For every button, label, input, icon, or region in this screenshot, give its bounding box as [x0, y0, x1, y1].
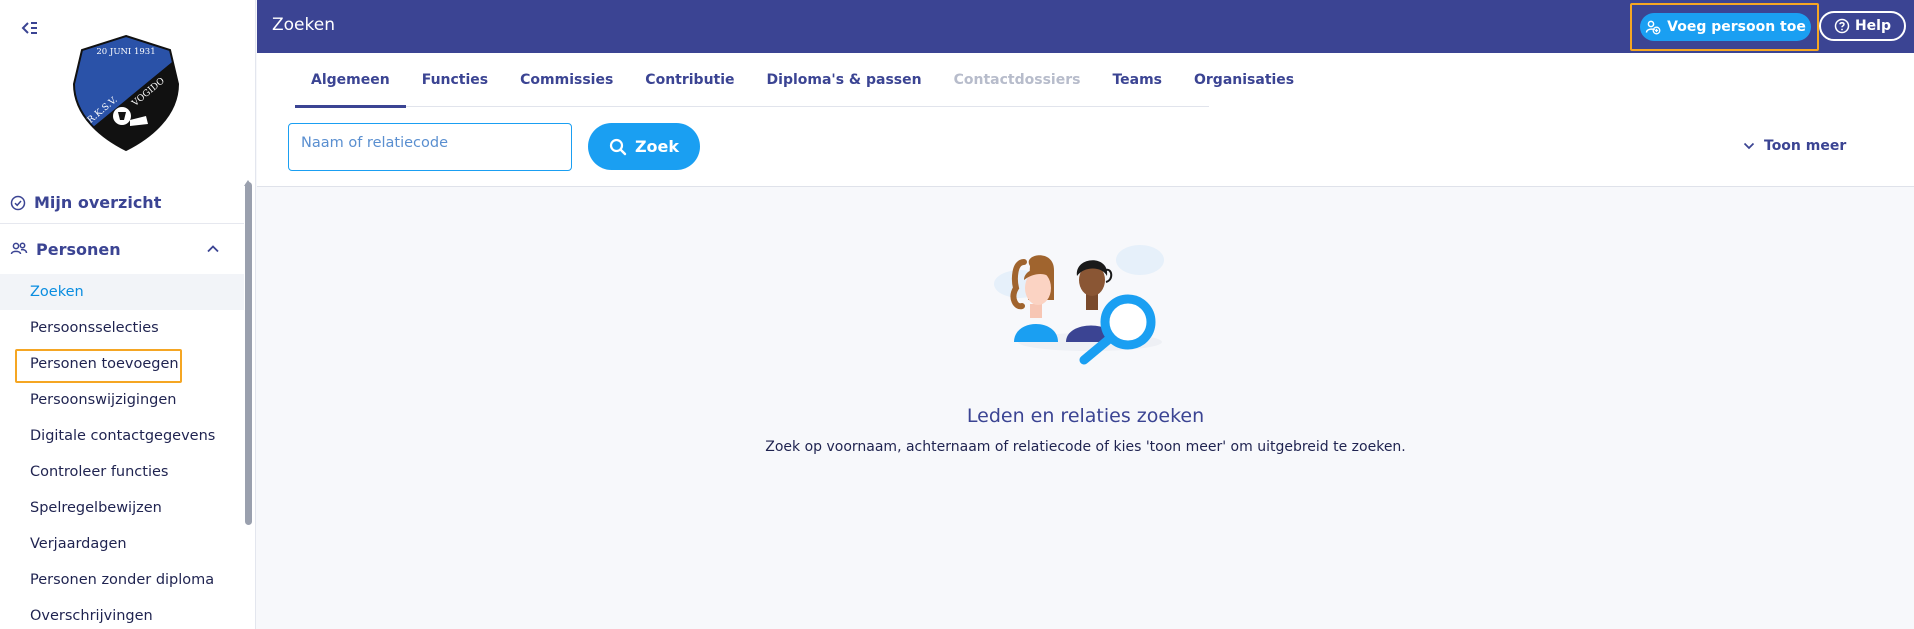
- sidebar-item-label: Persoonswijzigingen: [30, 392, 177, 408]
- chevron-down-icon: [1743, 142, 1755, 150]
- add-person-highlight: Voeg persoon toe: [1630, 3, 1819, 51]
- search-panel: Algemeen Functies Commissies Contributie…: [257, 53, 1914, 187]
- show-more-toggle[interactable]: Toon meer: [1742, 138, 1846, 154]
- add-person-label: Voeg persoon toe: [1667, 19, 1806, 35]
- sidebar-item-label: Verjaardagen: [30, 536, 127, 552]
- add-person-button[interactable]: Voeg persoon toe: [1640, 13, 1811, 41]
- tab-functies[interactable]: Functies: [406, 53, 504, 107]
- sidebar-item-persoonswijzigingen[interactable]: Persoonswijzigingen: [0, 382, 244, 418]
- tab-algemeen[interactable]: Algemeen: [295, 53, 406, 108]
- people-search-illustration: [994, 245, 1164, 365]
- sidebar-item-label: Persoonsselecties: [30, 320, 159, 336]
- sidebar-item-label: Spelregelbewijzen: [30, 500, 162, 516]
- collapse-sidebar-icon[interactable]: [20, 18, 40, 38]
- sidebar-item-label: Mijn overzicht: [34, 193, 162, 212]
- tab-diplomas-passen[interactable]: Diploma's & passen: [751, 53, 938, 107]
- sidebar-item-label: Personen toevoegen: [30, 356, 179, 372]
- sidebar-item-label: Overschrijvingen: [30, 608, 153, 624]
- sidebar-item-zoeken[interactable]: Zoeken: [0, 274, 244, 310]
- sidebar-item-label: Personen zonder diploma: [30, 572, 215, 588]
- page-title: Zoeken: [272, 15, 335, 35]
- empty-state-title: Leden en relaties zoeken: [966, 405, 1205, 427]
- sidebar-scrollbar[interactable]: [245, 182, 252, 525]
- top-header: Zoeken Voeg persoon toe Help: [257, 0, 1914, 53]
- tab-contributie[interactable]: Contributie: [629, 53, 750, 107]
- add-person-icon: [1645, 20, 1661, 35]
- empty-state: Leden en relaties zoeken Zoek op voornaa…: [257, 188, 1914, 629]
- club-logo: 20 JUNI 1931 R.K.S.V. VOGIDO: [70, 34, 182, 152]
- tab-teams[interactable]: Teams: [1096, 53, 1178, 107]
- sidebar-item-label: Controleer functies: [30, 464, 169, 480]
- show-more-label: Toon meer: [1764, 138, 1847, 154]
- search-button-label: Zoek: [634, 137, 680, 156]
- people-icon: [10, 242, 28, 255]
- svg-text:20 JUNI 1931: 20 JUNI 1931: [96, 47, 155, 57]
- empty-state-text: Zoek op voornaam, achternaam of relatiec…: [765, 439, 1406, 455]
- check-circle-icon: [10, 195, 26, 210]
- sidebar-item-personen-toevoegen[interactable]: Personen toevoegen: [0, 346, 244, 383]
- sidebar-item-controleer-functies[interactable]: Controleer functies: [0, 454, 244, 490]
- tab-organisaties[interactable]: Organisaties: [1178, 53, 1310, 107]
- sidebar-item-persoonsselecties[interactable]: Persoonsselecties: [0, 310, 244, 346]
- sidebar-group-personen[interactable]: Personen: [0, 224, 244, 274]
- chevron-up-icon[interactable]: [204, 240, 222, 258]
- sidebar-item-label: Digitale contactgegevens: [30, 428, 216, 444]
- sidebar-item-digitale-contactgegevens[interactable]: Digitale contactgegevens: [0, 418, 244, 454]
- question-circle-icon: [1834, 18, 1850, 34]
- tab-contactdossiers: Contactdossiers: [953, 72, 1081, 88]
- search-button[interactable]: Zoek: [588, 123, 700, 170]
- help-label: Help: [1854, 18, 1892, 34]
- sidebar-group-label: Personen: [36, 239, 121, 259]
- sidebar: 20 JUNI 1931 R.K.S.V. VOGIDO Mijn overzi…: [0, 0, 256, 629]
- search-input[interactable]: [288, 123, 572, 171]
- sidebar-item-spelregelbewijzen[interactable]: Spelregelbewijzen: [0, 490, 244, 526]
- sidebar-item-label: Zoeken: [30, 284, 84, 300]
- tab-bar: Algemeen Functies Commissies Contributie…: [295, 53, 1294, 108]
- sidebar-item-overschrijvingen[interactable]: Overschrijvingen: [0, 598, 244, 629]
- tab-commissies[interactable]: Commissies: [504, 53, 629, 107]
- sidebar-nav: Mijn overzicht Personen Zoeken Persoonss…: [0, 182, 244, 629]
- sidebar-item-mijn-overzicht[interactable]: Mijn overzicht: [0, 182, 244, 224]
- sidebar-item-personen-zonder-diploma[interactable]: Personen zonder diploma: [0, 562, 244, 598]
- help-button[interactable]: Help: [1819, 11, 1906, 41]
- sidebar-item-verjaardagen[interactable]: Verjaardagen: [0, 526, 244, 562]
- search-icon: [609, 138, 627, 155]
